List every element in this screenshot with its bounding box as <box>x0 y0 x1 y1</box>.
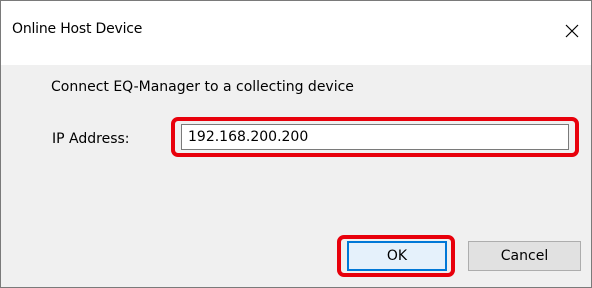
ip-address-label: IP Address: <box>52 131 130 147</box>
close-button[interactable] <box>553 13 591 51</box>
cancel-button[interactable]: Cancel <box>468 241 581 271</box>
title-bar: Online Host Device <box>1 1 591 65</box>
ok-button[interactable]: OK <box>347 241 447 271</box>
close-icon <box>565 23 579 42</box>
online-host-device-dialog: Online Host Device Connect EQ-Manager to… <box>0 0 592 288</box>
dialog-title: Online Host Device <box>12 21 143 37</box>
connection-prompt: Connect EQ-Manager to a collecting devic… <box>51 79 354 95</box>
ip-address-input[interactable] <box>181 124 569 150</box>
